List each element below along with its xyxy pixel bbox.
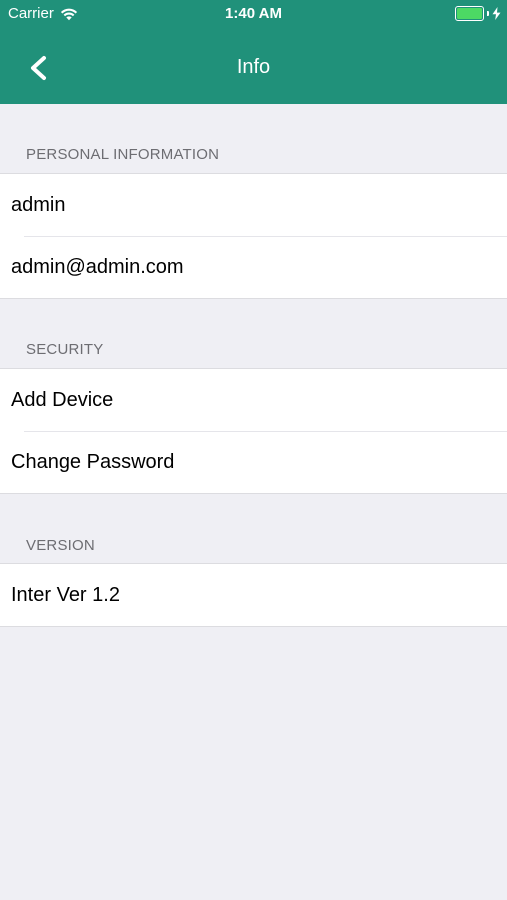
change-password-row[interactable]: Change Password [0, 431, 507, 493]
header: Carrier 1:40 AM Info [0, 0, 507, 104]
page-title: Info [236, 56, 271, 78]
battery-tip [487, 11, 489, 16]
battery-icon [455, 6, 484, 21]
charging-bolt-icon [492, 7, 501, 20]
status-time: 1:40 AM [225, 5, 282, 22]
status-bar: Carrier 1:40 AM [0, 0, 507, 28]
security-group: Add Device Change Password [0, 368, 507, 494]
email-row[interactable]: admin@admin.com [0, 236, 507, 298]
personal-information-group: admin admin@admin.com [0, 173, 507, 299]
version-group: Inter Ver 1.2 [0, 563, 507, 627]
section-header-version: VERSION [26, 537, 95, 554]
navigation-bar: Info [0, 28, 507, 104]
section-header-personal-information: PERSONAL INFORMATION [26, 146, 220, 163]
add-device-row[interactable]: Add Device [0, 369, 507, 431]
username-row[interactable]: admin [0, 174, 507, 236]
version-row: Inter Ver 1.2 [11, 583, 120, 606]
battery-level [457, 8, 482, 19]
section-header-security: SECURITY [26, 341, 104, 358]
battery-indicator [455, 6, 501, 21]
